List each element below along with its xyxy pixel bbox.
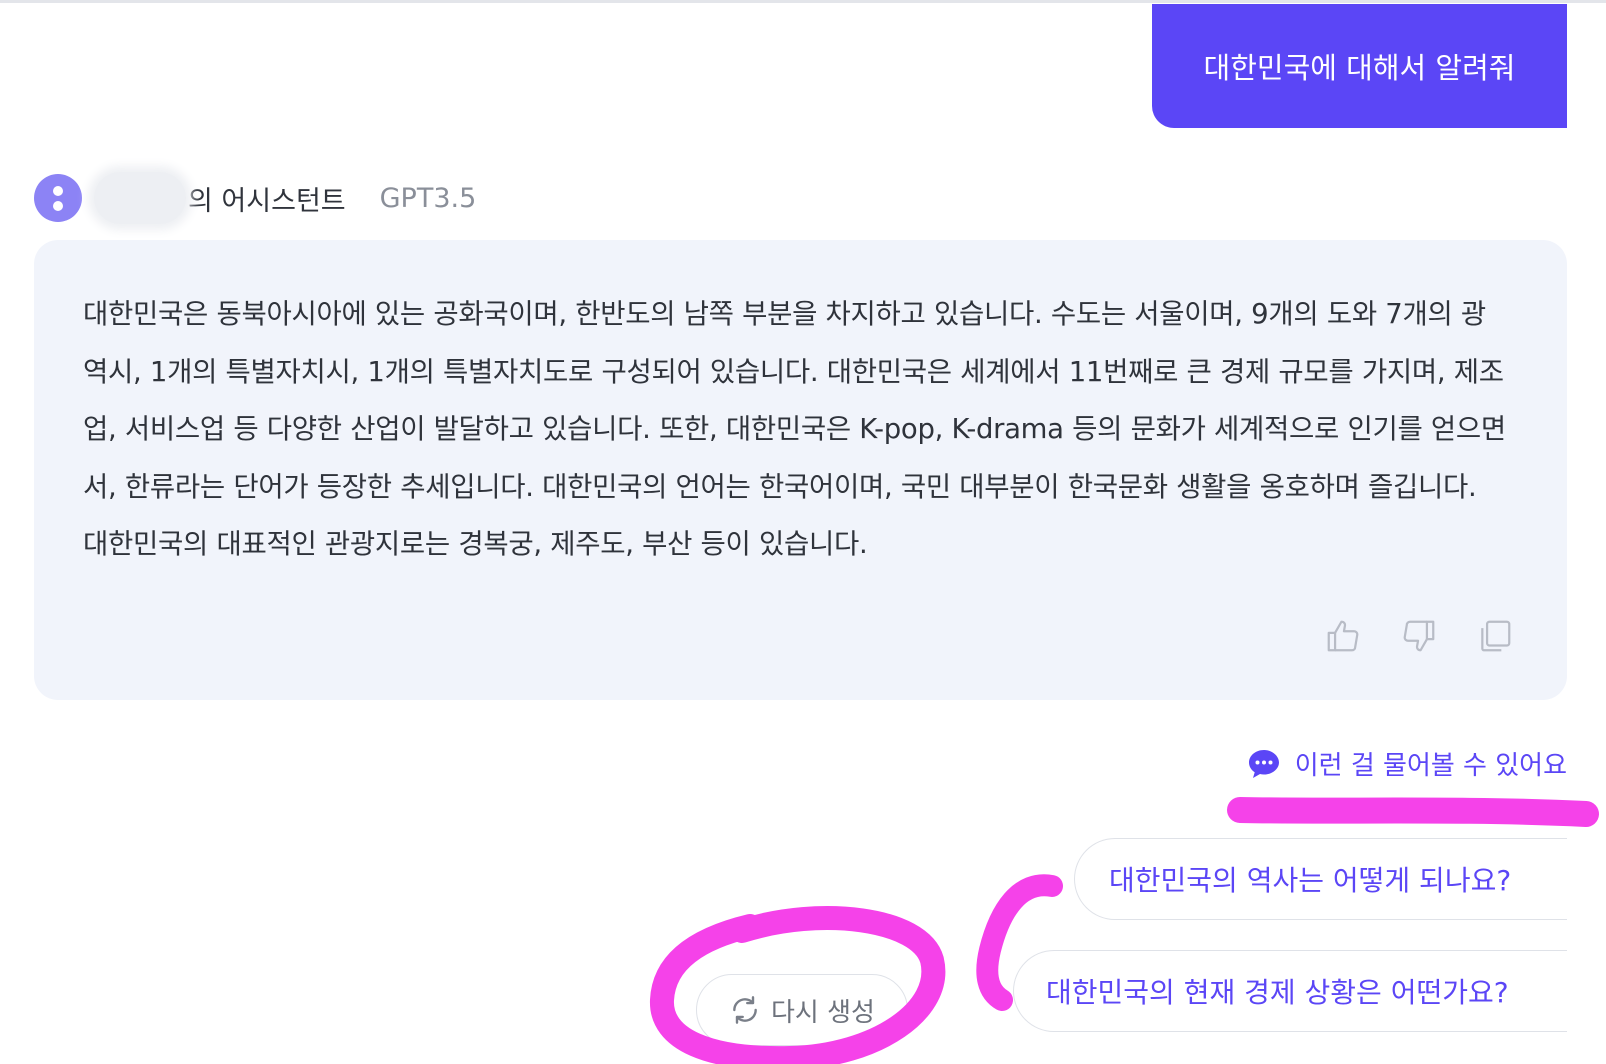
user-message-bubble: 대한민국에 대해서 알려줘 (1152, 4, 1567, 128)
response-actions (1323, 616, 1515, 656)
regenerate-button[interactable]: 다시 생성 (696, 974, 908, 1046)
suggestion-chip-text: 대한민국의 현재 경제 상황은 어떤가요? (1046, 976, 1509, 1009)
copy-button[interactable] (1475, 616, 1515, 656)
suggestions-header: 이런 걸 물어볼 수 있어요 (1247, 745, 1567, 782)
assistant-header: 의 어시스턴트 GPT3.5 (34, 172, 476, 224)
chat-bubble-icon (1248, 749, 1279, 778)
thumbs-up-button[interactable] (1323, 616, 1363, 656)
thumbs-up-icon (1327, 620, 1359, 652)
regenerate-label: 다시 생성 (771, 997, 875, 1028)
user-message-text: 대한민국에 대해서 알려줘 (1203, 51, 1516, 85)
copy-icon (1481, 620, 1511, 652)
annotation-underline (1227, 797, 1599, 827)
assistant-name: 의 어시스턴트 (188, 185, 346, 217)
suggestion-chip[interactable]: 대한민국의 역사는 어떻게 되나요? (1074, 838, 1567, 920)
redacted-owner-name (94, 172, 186, 224)
assistant-avatar (34, 174, 82, 222)
refresh-icon (733, 996, 757, 1024)
assistant-response-text: 대한민국은 동북아시아에 있는 공화국이며, 한반도의 남쪽 부분을 차지하고 … (83, 298, 1506, 560)
suggestions-label: 이런 걸 물어볼 수 있어요 (1294, 751, 1567, 781)
thumbs-down-button[interactable] (1399, 616, 1439, 656)
suggestion-chip[interactable]: 대한민국의 현재 경제 상황은 어떤가요? (1013, 950, 1567, 1032)
model-label: GPT3.5 (379, 182, 477, 214)
top-divider (0, 0, 1606, 3)
suggestion-chip-text: 대한민국의 역사는 어떻게 되나요? (1109, 864, 1512, 897)
assistant-response-card: 대한민국은 동북아시아에 있는 공화국이며, 한반도의 남쪽 부분을 차지하고 … (34, 240, 1567, 700)
thumbs-down-icon (1403, 620, 1435, 652)
